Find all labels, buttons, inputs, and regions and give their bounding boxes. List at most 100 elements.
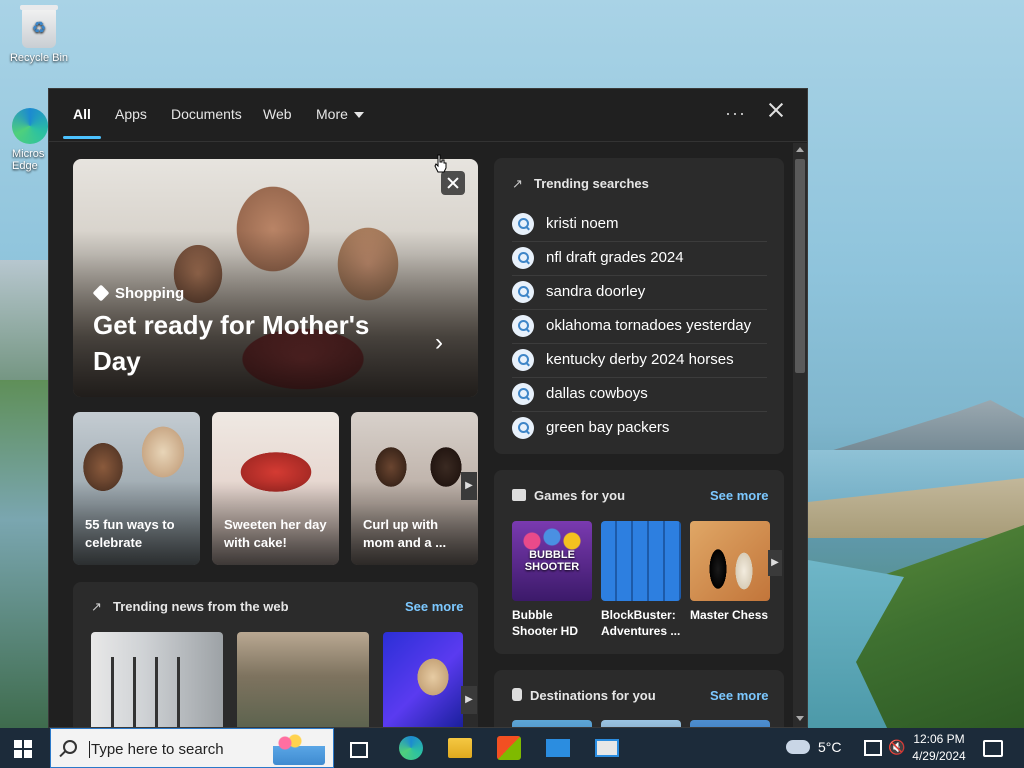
edge-taskbar-icon[interactable] — [399, 736, 423, 760]
scroll-up-icon[interactable] — [796, 147, 804, 152]
tab-documents[interactable]: Documents — [171, 106, 242, 122]
weather-temp[interactable]: 5°C — [818, 739, 842, 755]
news-carousel-next-icon[interactable]: ▶ — [461, 686, 477, 714]
file-explorer-icon[interactable] — [448, 738, 472, 758]
trending-search-text: kentucky derby 2024 horses — [546, 351, 734, 368]
game-name: Bubble Shooter HD — [512, 608, 578, 638]
close-icon[interactable] — [765, 99, 787, 121]
microsoft-store-icon[interactable] — [497, 736, 521, 760]
trending-search-text: oklahoma tornadoes yesterday — [546, 317, 752, 334]
tab-apps[interactable]: Apps — [115, 106, 147, 122]
destination-image[interactable] — [512, 720, 592, 727]
recycle-bin-label: Recycle Bin — [9, 52, 69, 64]
tag-icon — [92, 284, 110, 302]
news-app-icon[interactable] — [595, 739, 619, 757]
promo-card[interactable]: 55 fun ways to celebrate — [73, 412, 200, 565]
mail-icon[interactable] — [546, 739, 570, 757]
search-panel: All Apps Documents Web More ··· Shopping… — [48, 88, 808, 728]
hand-cursor-icon — [434, 154, 447, 173]
game-name: Master Chess — [690, 608, 769, 622]
games-section: Games for you See more BUBBLE SHOOTER Bu… — [494, 470, 784, 654]
game-tile[interactable]: BUBBLE SHOOTER Bubble Shooter HD — [512, 521, 592, 639]
promo-card[interactable]: Curl up with mom and a ... — [351, 412, 478, 565]
games-header: Games for you — [512, 488, 625, 503]
destinations-see-more[interactable]: See more — [710, 688, 769, 703]
trending-icon: ↗ — [91, 599, 102, 614]
trending-search-item[interactable]: oklahoma tornadoes yesterday — [512, 309, 767, 344]
hero-tag-label: Shopping — [115, 285, 185, 302]
tab-more[interactable]: More — [316, 106, 364, 122]
search-icon — [512, 247, 534, 269]
trending-news-title: Trending news from the web — [113, 599, 289, 614]
game-image: BUBBLE SHOOTER — [512, 521, 592, 601]
card-label: 55 fun ways to celebrate — [85, 517, 175, 550]
taskbar-search-placeholder: Type here to search — [89, 741, 224, 758]
game-name: BlockBuster: Adventures ... — [601, 608, 681, 638]
edge-desktop-label: Micros Edge — [12, 148, 45, 172]
tab-all[interactable]: All — [73, 106, 91, 122]
news-image[interactable] — [91, 632, 223, 727]
card-label: Sweeten her day with cake! — [224, 517, 327, 550]
network-icon[interactable] — [864, 740, 882, 756]
trending-search-item[interactable]: green bay packers — [512, 411, 767, 445]
search-icon — [512, 281, 534, 303]
cloud-icon[interactable] — [786, 740, 810, 754]
trending-icon: ↗ — [512, 176, 523, 191]
hero-close-icon[interactable] — [441, 171, 465, 195]
search-icon — [63, 740, 77, 754]
ellipsis-icon[interactable]: ··· — [725, 103, 746, 124]
taskbar-clock[interactable]: 12:06 PM 4/29/2024 — [908, 731, 970, 765]
clock-date: 4/29/2024 — [912, 749, 966, 763]
promo-card[interactable]: Sweeten her day with cake! — [212, 412, 339, 565]
panel-scrollbar[interactable] — [793, 143, 807, 727]
destinations-section: Destinations for you See more — [494, 670, 784, 727]
hero-tag: Shopping — [92, 284, 185, 302]
news-image[interactable] — [237, 632, 369, 727]
chevron-down-icon — [353, 112, 364, 119]
game-image — [601, 521, 681, 601]
search-icon — [512, 383, 534, 405]
game-art-text: BUBBLE SHOOTER — [524, 549, 580, 573]
chevron-right-icon[interactable]: › — [435, 329, 443, 357]
search-icon — [512, 417, 534, 439]
destination-image[interactable] — [601, 720, 681, 727]
notification-icon[interactable] — [983, 740, 1003, 757]
search-icon — [512, 315, 534, 337]
carousel-next-icon[interactable]: ▶ — [461, 472, 477, 500]
trending-news-see-more[interactable]: See more — [405, 599, 464, 614]
destination-image[interactable] — [690, 720, 770, 727]
trending-search-item[interactable]: kentucky derby 2024 horses — [512, 343, 767, 378]
edge-desktop-icon[interactable]: Micros Edge — [0, 108, 50, 172]
recycle-bin-icon — [20, 5, 58, 48]
trending-search-item[interactable]: nfl draft grades 2024 — [512, 241, 767, 276]
clock-time: 12:06 PM — [913, 732, 965, 746]
trending-search-item[interactable]: kristi noem — [512, 207, 767, 242]
card-label: Curl up with mom and a ... — [363, 517, 447, 550]
taskbar-search-box[interactable]: Type here to search — [50, 728, 334, 768]
trending-search-text: sandra doorley — [546, 283, 646, 300]
trending-searches-section: ↗ Trending searches kristi noem nfl draft … — [494, 158, 784, 454]
trending-search-item[interactable]: sandra doorley — [512, 275, 767, 310]
game-tile[interactable]: Master Chess — [690, 521, 770, 623]
trending-search-text: nfl draft grades 2024 — [546, 249, 684, 266]
trending-news-header: ↗ Trending news from the web — [91, 599, 289, 615]
news-image[interactable] — [383, 632, 463, 727]
volume-muted-icon[interactable]: 🔇 — [888, 739, 905, 756]
search-icon — [512, 349, 534, 371]
recycle-bin-desktop-icon[interactable]: Recycle Bin — [4, 5, 74, 64]
windows-start-icon[interactable] — [14, 740, 32, 758]
edge-icon — [12, 108, 48, 144]
scroll-thumb[interactable] — [795, 159, 805, 373]
scroll-down-icon[interactable] — [796, 716, 804, 721]
hero-card[interactable]: Shopping Get ready for Mother's Day › — [73, 159, 478, 397]
games-carousel-next-icon[interactable]: ▶ — [768, 550, 782, 576]
trending-search-text: green bay packers — [546, 419, 670, 436]
trending-search-item[interactable]: dallas cowboys — [512, 377, 767, 412]
tab-web[interactable]: Web — [263, 106, 292, 122]
tab-more-label: More — [316, 106, 348, 122]
game-tile[interactable]: BlockBuster: Adventures ... — [601, 521, 681, 639]
search-highlight-icon — [273, 733, 325, 765]
games-see-more[interactable]: See more — [710, 488, 769, 503]
destinations-header: Destinations for you — [512, 688, 656, 703]
task-view-icon[interactable] — [350, 742, 368, 758]
